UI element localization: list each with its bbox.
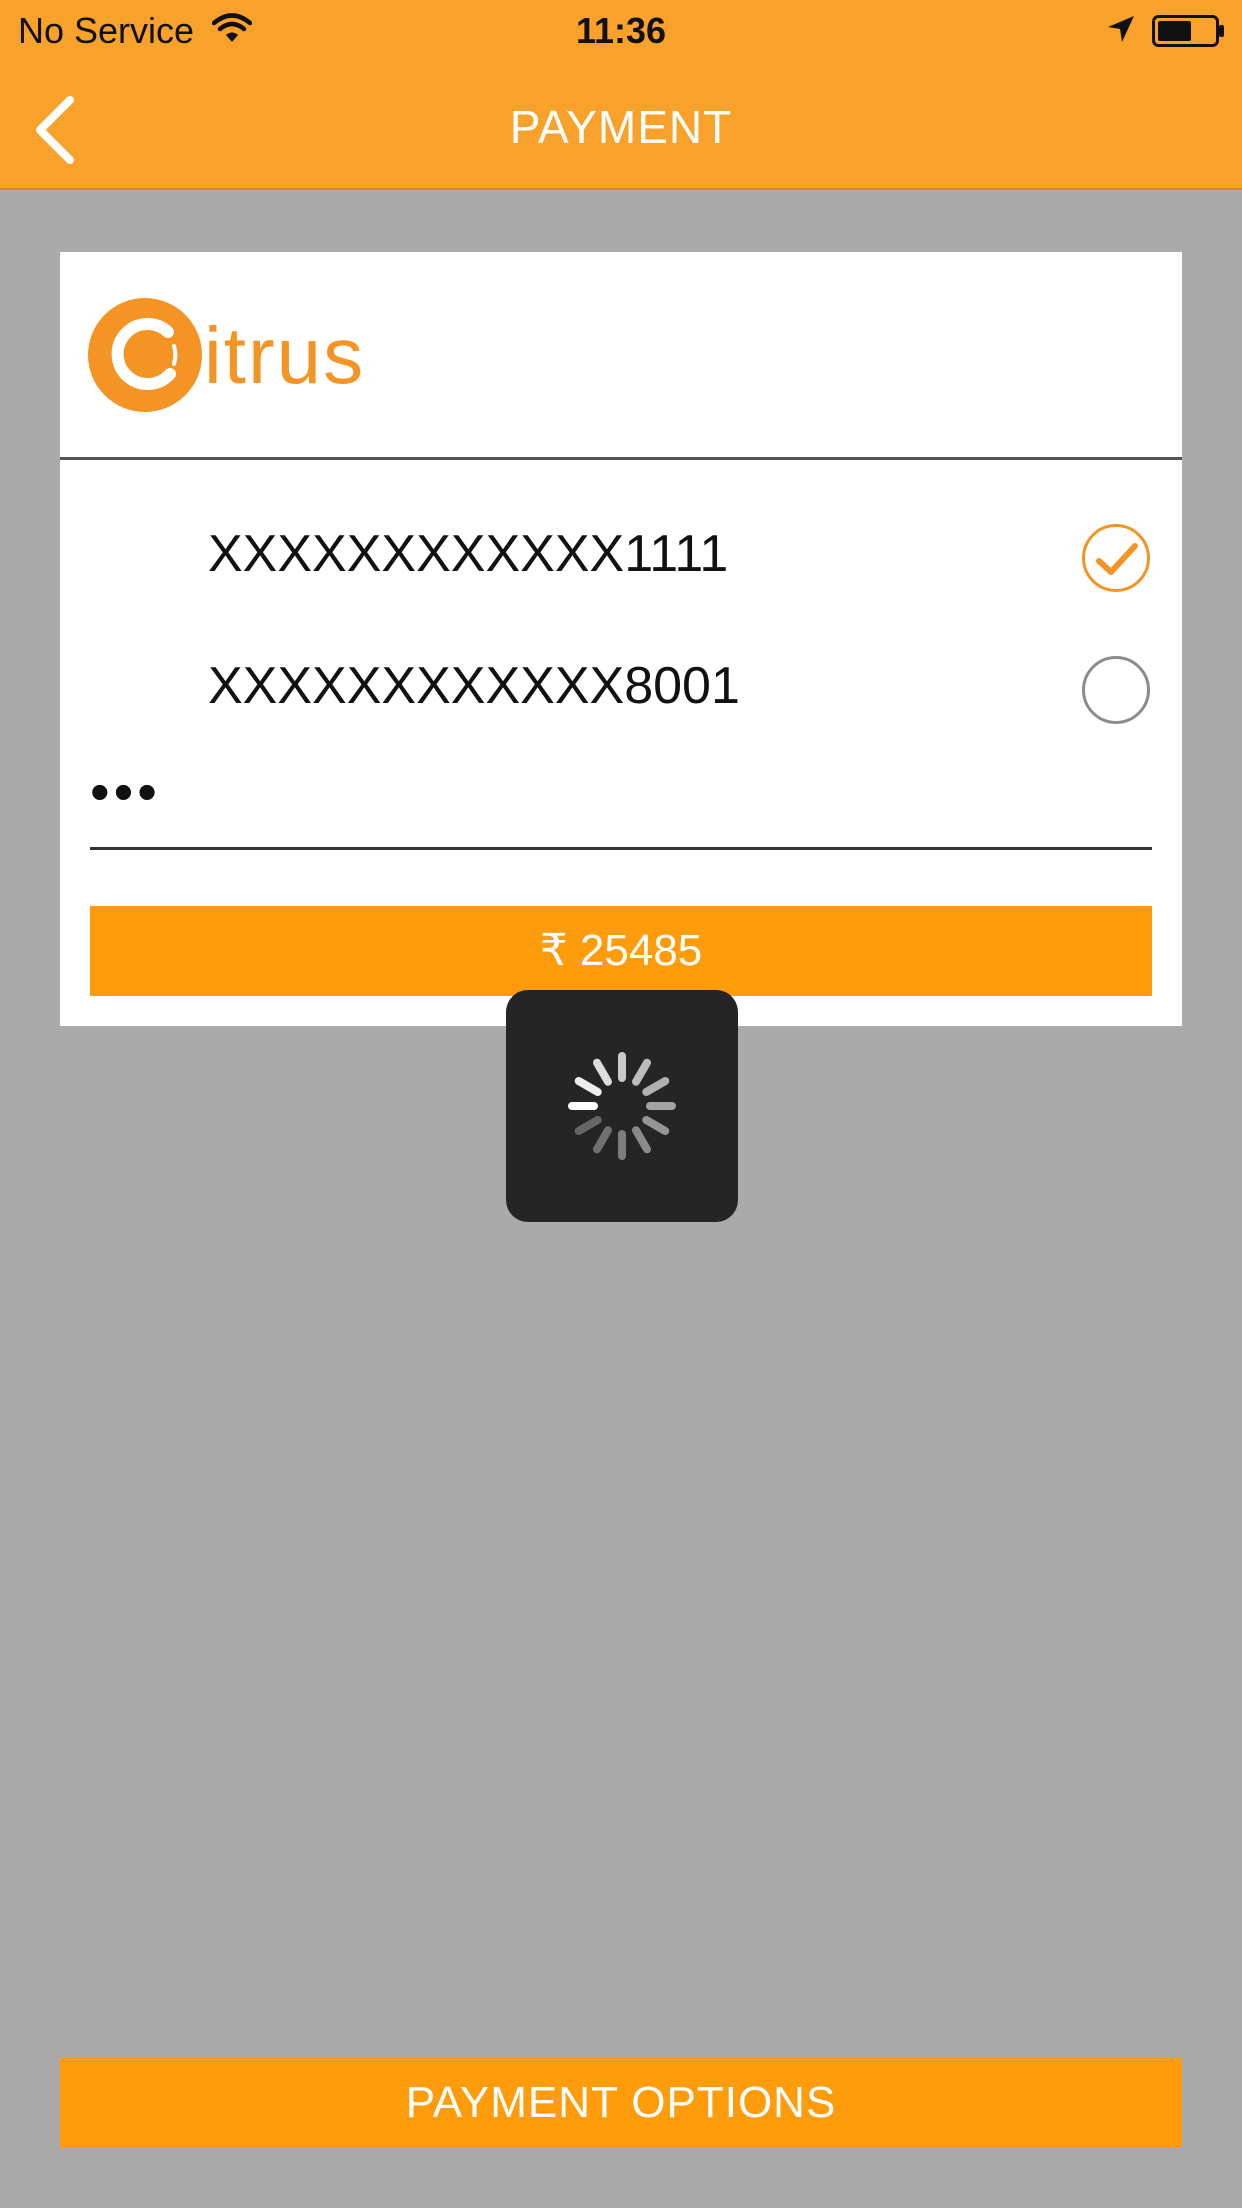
page-title: PAYMENT bbox=[509, 101, 733, 153]
checkmark-icon bbox=[1096, 543, 1138, 575]
card-radio-selected[interactable] bbox=[1082, 524, 1150, 592]
citrus-logo: itrus bbox=[88, 298, 408, 418]
citrus-logo-icon bbox=[88, 298, 202, 412]
pay-button[interactable]: ₹ 25485 bbox=[90, 906, 1152, 996]
card-number: XXXXXXXXXXXX8001 bbox=[208, 657, 740, 715]
payment-card: itrus XXXXXXXXXXXX1111 XXXXXXXXXXXX8001 … bbox=[60, 252, 1182, 1026]
brand-wordmark: itrus bbox=[204, 311, 366, 400]
loading-overlay bbox=[506, 990, 738, 1222]
cvv-field[interactable]: ••• bbox=[90, 762, 1152, 850]
payment-options-button[interactable]: PAYMENT OPTIONS bbox=[60, 2058, 1182, 2148]
header-bar: No Service 11:36 PAYMENT bbox=[0, 0, 1242, 190]
battery-icon bbox=[1152, 15, 1224, 47]
location-arrow-icon bbox=[1108, 16, 1134, 42]
divider bbox=[60, 457, 1182, 460]
card-radio-unselected[interactable] bbox=[1082, 656, 1150, 724]
status-time: 11:36 bbox=[575, 10, 667, 51]
card-number: XXXXXXXXXXXX1111 bbox=[208, 525, 729, 583]
saved-card-row[interactable]: XXXXXXXXXXXX8001 bbox=[60, 624, 1182, 744]
loading-spinner-icon bbox=[568, 1052, 676, 1160]
saved-card-row[interactable]: XXXXXXXXXXXX1111 bbox=[60, 492, 1182, 612]
